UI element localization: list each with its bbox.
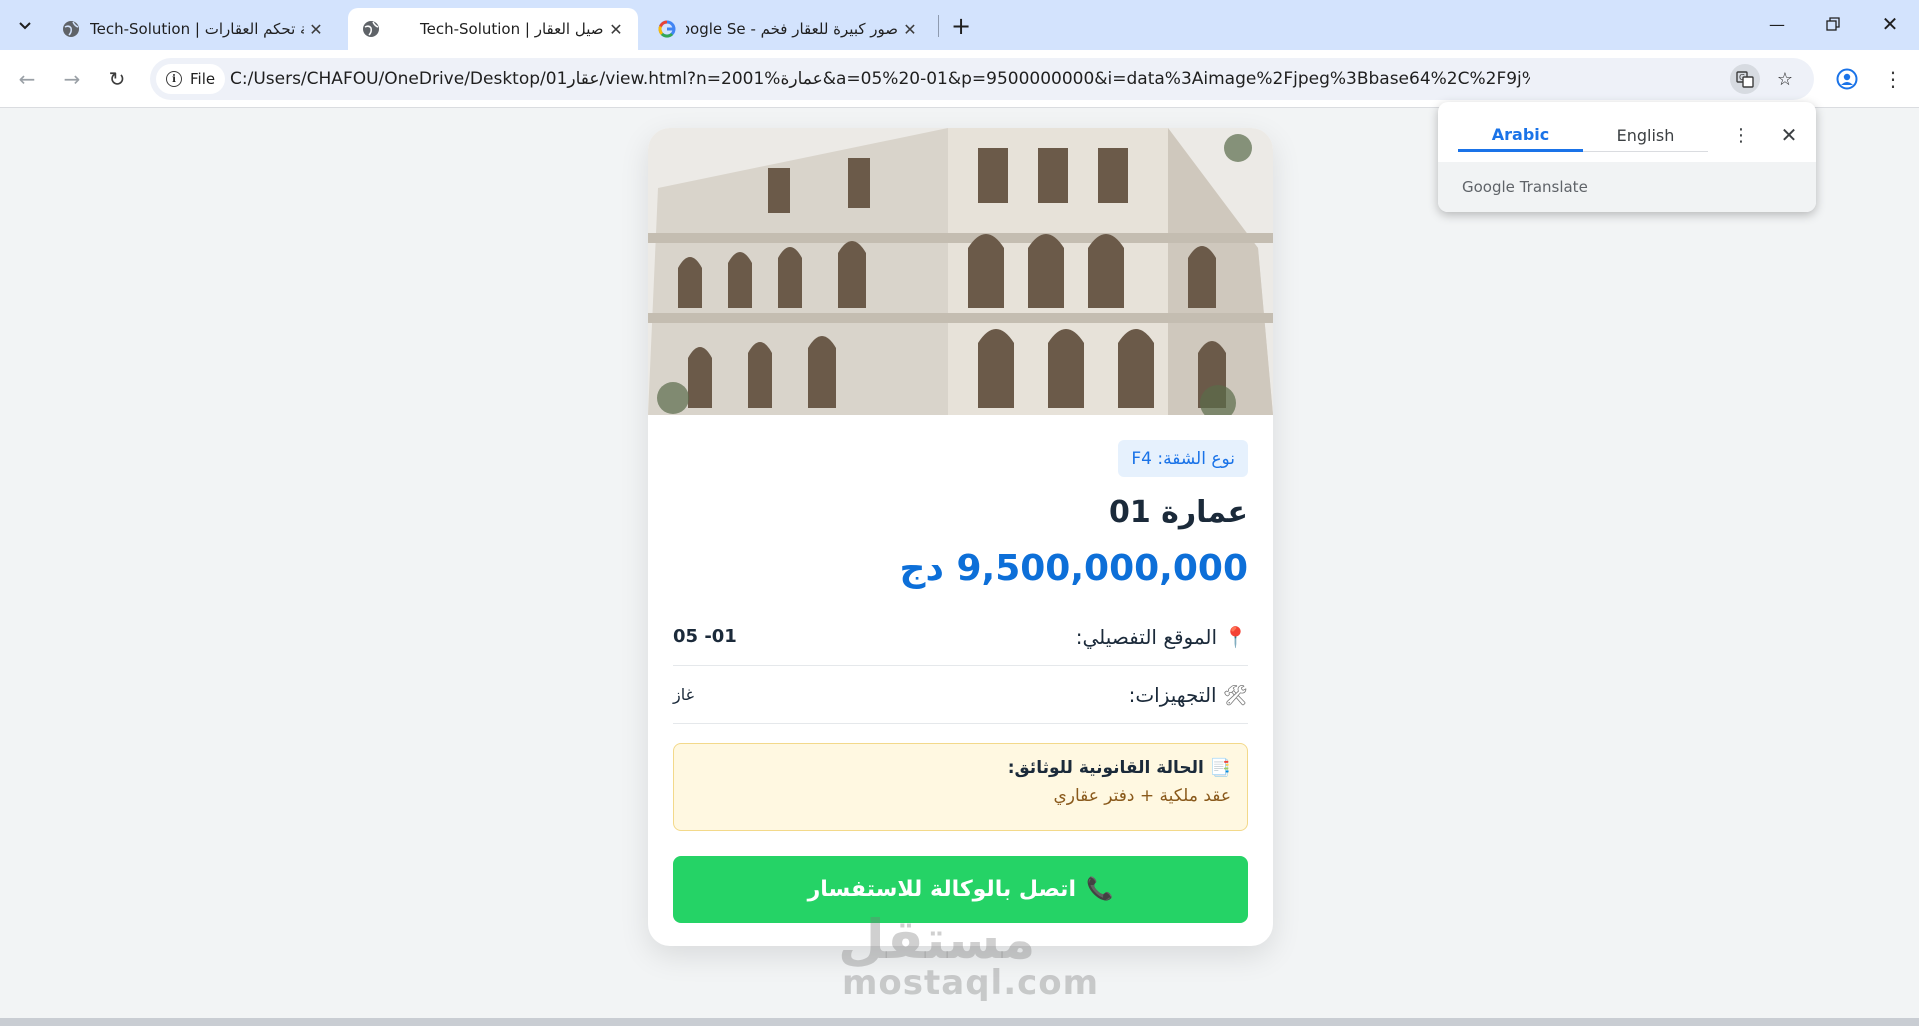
file-label: File — [190, 70, 216, 88]
property-title: عمارة 01 — [1108, 495, 1248, 530]
building-image — [648, 128, 1273, 415]
document-icon: 📑 — [1209, 758, 1231, 778]
url-text[interactable]: C:/Users/CHAFOU/OneDrive/Desktop/01عقار/… — [230, 69, 1530, 89]
tab-dashboard[interactable]: Tech-Solution | منصة تحكم العقارات ✕ — [48, 8, 338, 50]
back-button[interactable]: ← — [12, 64, 42, 94]
tab-title: Tech-Solution | منصة تحكم العقارات — [90, 20, 304, 38]
tab-title: Tech-Solution | تفاصيل العقار — [420, 20, 604, 38]
translate-close-button[interactable]: ✕ — [1774, 120, 1804, 150]
property-photo — [648, 128, 1273, 415]
legal-status-box: 📑 الحالة القانونية للوثائق: عقد ملكية + … — [673, 743, 1248, 831]
equipment-value: غاز — [673, 685, 694, 704]
close-icon: ✕ — [1881, 12, 1899, 36]
tab-separator — [938, 15, 939, 37]
forward-button[interactable]: → — [57, 64, 87, 94]
site-info-chip[interactable]: i File — [156, 64, 226, 94]
legal-status-heading: 📑 الحالة القانونية للوثائق: — [690, 758, 1231, 778]
info-icon: i — [166, 71, 182, 87]
location-value: 05 -01 — [673, 626, 737, 647]
restore-icon — [1826, 17, 1840, 31]
legal-status-text: عقد ملكية + دفتر عقاري — [1053, 786, 1231, 806]
globe-icon — [363, 21, 379, 37]
close-icon[interactable]: ✕ — [604, 17, 628, 41]
bottom-edge — [0, 1018, 1919, 1026]
bookmark-star-icon[interactable]: ☆ — [1770, 64, 1800, 94]
property-price: 9,500,000,000 دج — [899, 548, 1248, 589]
close-icon[interactable]: ✕ — [898, 17, 922, 41]
watermark-latin: mostaql.com — [842, 963, 1100, 1003]
tab-search-button[interactable] — [10, 10, 40, 40]
plus-icon: + — [950, 12, 972, 40]
arrow-right-icon: → — [63, 67, 81, 91]
translate-options-button[interactable]: ⋮ — [1726, 120, 1756, 150]
chevron-down-icon — [19, 22, 31, 30]
browser-toolbar: ← → ↻ i File C:/Users/CHAFOU/OneDrive/De… — [0, 50, 1919, 108]
globe-icon — [63, 21, 79, 37]
menu-button[interactable]: ⋮ — [1878, 64, 1908, 94]
minimize-button[interactable]: — — [1752, 6, 1802, 42]
tab-strip: Tech-Solution | منصة تحكم العقارات ✕ Tec… — [0, 0, 1919, 50]
tab-source-language[interactable]: Arabic — [1458, 120, 1583, 152]
tools-icon: 🛠 — [1222, 682, 1248, 707]
property-card: نوع الشقة: F4 عمارة 01 9,500,000,000 دج … — [648, 128, 1273, 946]
equipment-label: التجهيزات: — [1128, 682, 1217, 707]
tab-title: صور كبيرة للعقار فخم - Google Se — [686, 20, 898, 38]
location-row: 📍 الموقع التفصيلي: 05 -01 — [673, 608, 1248, 666]
apartment-type-badge: نوع الشقة: F4 — [1118, 440, 1248, 477]
reload-button[interactable]: ↻ — [102, 64, 132, 94]
google-brand: Google — [1462, 178, 1515, 196]
google-translate-branding: Google Translate — [1438, 162, 1816, 212]
close-window-button[interactable]: ✕ — [1865, 6, 1915, 42]
watermark-arabic: مستقل — [838, 908, 1036, 971]
reload-icon: ↻ — [108, 67, 126, 91]
phone-icon: 📞 — [1086, 877, 1114, 902]
kebab-menu-icon: ⋮ — [1883, 67, 1903, 91]
map-pin-icon: 📍 — [1223, 624, 1248, 649]
equipment-label-wrap: 🛠 التجهيزات: — [1129, 683, 1248, 707]
arrow-left-icon: ← — [18, 67, 36, 91]
close-icon: ✕ — [1780, 123, 1798, 147]
location-label-wrap: 📍 الموقع التفصيلي: — [1076, 625, 1248, 649]
profile-button[interactable] — [1832, 64, 1862, 94]
translate-popup: Arabic English ⋮ ✕ Google Translate — [1438, 102, 1816, 212]
contact-agency-label: اتصل بالوكالة للاستفسار — [807, 877, 1076, 902]
restore-button[interactable] — [1808, 6, 1858, 42]
profile-icon — [1836, 68, 1858, 90]
translate-icon[interactable]: G — [1730, 64, 1760, 94]
location-label: الموقع التفصيلي: — [1075, 624, 1218, 649]
google-icon — [658, 20, 676, 38]
equipment-row: 🛠 التجهيزات: غاز — [673, 666, 1248, 724]
tab-property-details[interactable]: Tech-Solution | تفاصيل العقار ✕ — [348, 8, 638, 50]
tab-target-language[interactable]: English — [1583, 120, 1708, 152]
translate-glyph-icon: G — [1736, 71, 1754, 88]
new-tab-button[interactable]: + — [945, 10, 977, 42]
kebab-menu-icon: ⋮ — [1732, 124, 1750, 146]
address-bar[interactable]: i File C:/Users/CHAFOU/OneDrive/Desktop/… — [150, 58, 1814, 100]
minimize-icon: — — [1769, 14, 1785, 34]
tab-google-search[interactable]: صور كبيرة للعقار فخم - Google Se ✕ — [644, 8, 932, 50]
close-icon[interactable]: ✕ — [304, 17, 328, 41]
translate-product: Translate — [1519, 178, 1588, 196]
legal-status-title: الحالة القانونية للوثائق: — [1007, 758, 1204, 778]
